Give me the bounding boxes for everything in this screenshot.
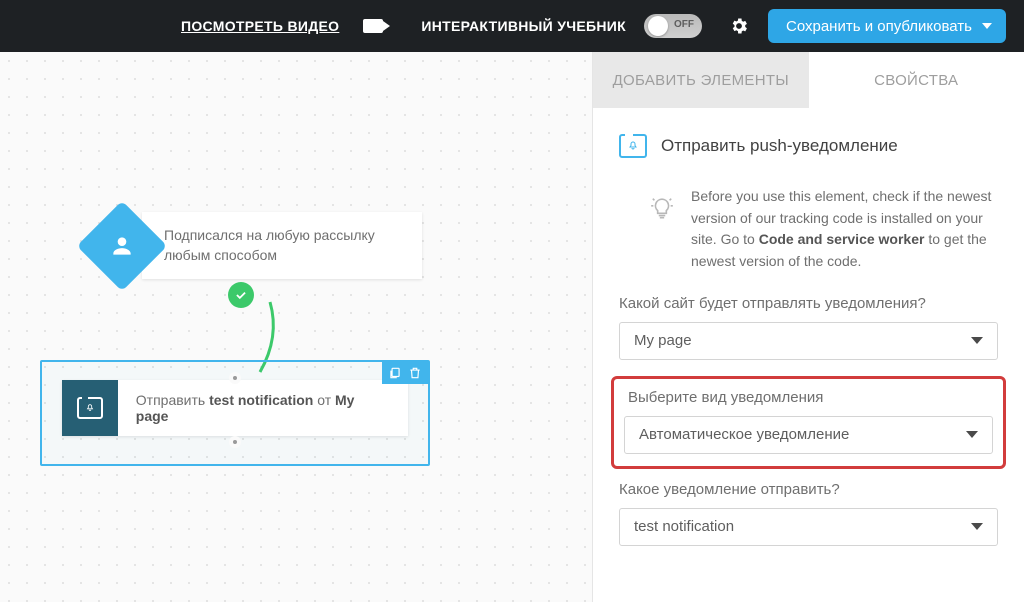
top-bar: ПОСМОТРЕТЬ ВИДЕО ИНТЕРАКТИВНЫЙ УЧЕБНИК O…: [0, 0, 1024, 52]
toggle-off-text: OFF: [674, 19, 694, 30]
port-in[interactable]: [229, 372, 241, 384]
select-which-notification[interactable]: test notification: [619, 508, 998, 546]
right-sidebar: ДОБАВИТЬ ЭЛЕМЕНТЫ СВОЙСТВА Отправить pus…: [592, 52, 1024, 602]
tutorial-toggle[interactable]: OFF: [644, 14, 702, 38]
select-which-value: test notification: [634, 518, 734, 535]
select-site[interactable]: My page: [619, 322, 998, 360]
action-icon-box: [62, 380, 118, 436]
action-card: Отправить test notification от My page: [62, 380, 408, 436]
highlight-notification-type: Выберите вид уведомления Автоматическое …: [611, 376, 1006, 469]
chevron-down-icon: [971, 523, 983, 530]
tab-properties[interactable]: СВОЙСТВА: [809, 52, 1024, 108]
node-toolbar: [382, 362, 428, 384]
field-which-notification: Какое уведомление отправить? test notifi…: [619, 481, 998, 546]
properties-panel: Отправить push-уведомление Before you us…: [593, 108, 1024, 572]
workflow-canvas[interactable]: Подписался на любую рассылку любым спосо…: [0, 52, 592, 602]
bell-icon: [77, 397, 103, 419]
select-notification-type[interactable]: Автоматическое уведомление: [624, 416, 993, 454]
watch-video-link[interactable]: ПОСМОТРЕТЬ ВИДЕО: [181, 18, 339, 34]
action-text: Отправить test notification от My page: [118, 392, 408, 424]
trigger-card: Подписался на любую рассылку любым спосо…: [142, 212, 422, 279]
lightbulb-icon: [649, 196, 675, 222]
trash-icon[interactable]: [406, 364, 424, 382]
toggle-knob: [648, 16, 668, 36]
info-text: Before you use this element, check if th…: [691, 186, 998, 273]
chevron-down-icon: [982, 23, 992, 29]
info-box: Before you use this element, check if th…: [619, 186, 998, 295]
tutorial-label: ИНТЕРАКТИВНЫЙ УЧЕБНИК: [421, 18, 626, 34]
settings-icon[interactable]: [728, 15, 750, 37]
port-out[interactable]: [229, 436, 241, 448]
field-which-label: Какое уведомление отправить?: [619, 481, 998, 498]
copy-icon[interactable]: [386, 364, 404, 382]
chevron-down-icon: [971, 337, 983, 344]
save-publish-label: Сохранить и опубликовать: [786, 18, 972, 35]
trigger-text: Подписался на любую рассылку любым спосо…: [164, 227, 375, 263]
video-icon: [363, 19, 383, 33]
panel-header: Отправить push-уведомление: [619, 134, 998, 158]
save-publish-button[interactable]: Сохранить и опубликовать: [768, 9, 1006, 43]
field-site: Какой сайт будет отправлять уведомления?…: [619, 295, 998, 360]
field-site-label: Какой сайт будет отправлять уведомления?: [619, 295, 998, 312]
field-type-label: Выберите вид уведомления: [628, 389, 993, 406]
tab-add-elements[interactable]: ДОБАВИТЬ ЭЛЕМЕНТЫ: [593, 52, 809, 108]
action-node-selected[interactable]: Отправить test notification от My page: [40, 360, 430, 466]
sidebar-tabs: ДОБАВИТЬ ЭЛЕМЕНТЫ СВОЙСТВА: [593, 52, 1024, 108]
check-badge: [228, 282, 254, 308]
push-icon: [619, 134, 647, 158]
select-type-value: Автоматическое уведомление: [639, 426, 849, 443]
chevron-down-icon: [966, 431, 978, 438]
trigger-node[interactable]: Подписался на любую рассылку любым спосо…: [90, 212, 422, 279]
panel-title: Отправить push-уведомление: [661, 136, 898, 156]
select-site-value: My page: [634, 332, 692, 349]
